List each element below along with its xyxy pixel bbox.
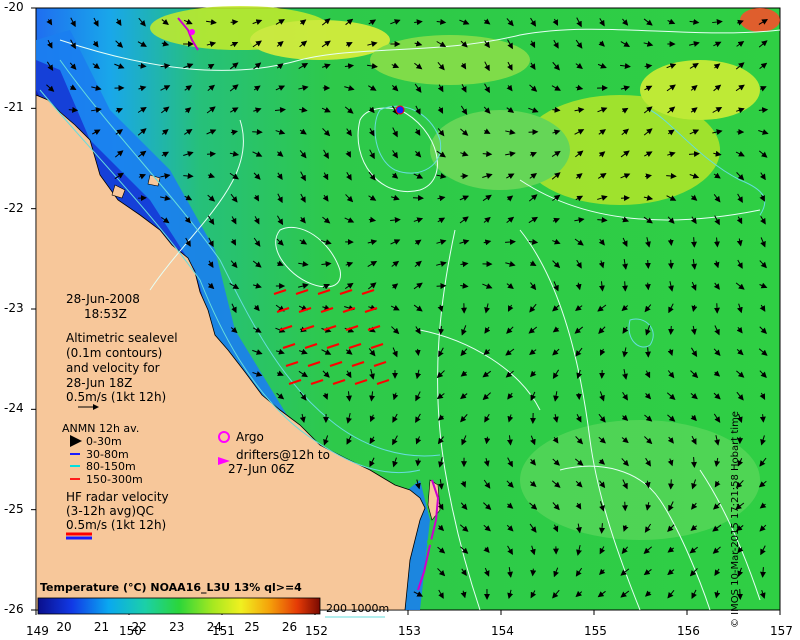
velocity-arrow [644,282,651,291]
lat-tick-label: -20 [4,0,24,14]
drifters-line: drifters@12h to [236,448,330,462]
velocity-arrow [621,501,628,512]
velocity-arrow [690,237,697,248]
lat-tick-label: -21 [4,100,24,115]
lat-tick-label: -25 [4,501,24,516]
credit-text: © IMOS 10-Mar-2015 17:21:58 Hobart time [730,411,741,628]
argo-label: Argo [236,430,264,444]
anmn-item-0-30m: 0-30m [86,435,122,448]
colorbar-tick-label: 21 [93,620,110,634]
lon-tick-label: 153 [398,624,421,638]
lon-tick-label: 156 [677,624,700,638]
anmn-item-80-150m: 80-150m [86,460,136,473]
hf-radar-line: (3-12h avg)QC [66,504,154,518]
lat-tick-label: -26 [4,602,24,616]
altimetry-line: and velocity for [66,361,160,375]
colorbar-title: Temperature (°C) NOAA16_L3U 13% ql>=4 [40,581,302,594]
lon-tick-label: 152 [305,624,328,638]
drifters-line: 27-Jun 06Z [228,462,295,476]
altimetry-line: 28-Jun 18Z [66,376,133,390]
colorbar-tick-label: 22 [131,620,147,634]
velocity-arrow [575,392,582,401]
colorbar-tick-label: 26 [281,620,298,634]
colorbar-tick-label: 25 [244,620,260,634]
lon-tick-label: 157 [770,624,793,638]
velocity-arrow [621,281,628,292]
hf-radar-line: HF radar velocity [66,490,169,504]
colorbar-tick-label: 24 [206,620,222,634]
velocity-arrow [668,325,675,335]
velocity-arrow [552,106,561,113]
velocity-arrow [436,283,447,290]
lat-tick-label: -22 [4,200,24,215]
lat-tick-label: -23 [4,301,24,315]
lat-tick-label: -24 [4,401,24,416]
lon-tick-label: 149 [26,624,49,638]
altimetry-line: Altimetric sealevel [66,331,178,345]
lon-tick-label: 154 [491,624,514,638]
colorbar [37,597,321,615]
velocity-arrow [206,151,217,158]
altimetry-line: 0.5m/s (1kt 12h) [66,390,167,404]
anmn-title: ANMN 12h av. [62,422,140,435]
colorbar-tick-label: 20 [56,620,72,634]
altimetry-line: (0.1m contours) [66,346,163,360]
velocity-arrow [644,347,651,358]
velocity-arrow [183,172,194,179]
velocity-arrow [644,259,651,269]
velocity-arrow [666,172,677,179]
hf-radar-line: 0.5m/s (1kt 12h) [66,518,167,532]
time-label: 18:53Z [84,307,127,321]
velocity-arrow [668,479,675,490]
velocity-arrow [482,150,493,157]
date-label: 28-Jun-2008 [66,292,140,306]
velocity-arrow [667,259,674,270]
isobath-legend: 200 1000m [326,602,390,615]
lon-tick-label: 155 [584,624,607,638]
colorbar-tick-label: 23 [169,620,185,634]
anmn-item-150-300m: 150-300m [86,473,143,486]
